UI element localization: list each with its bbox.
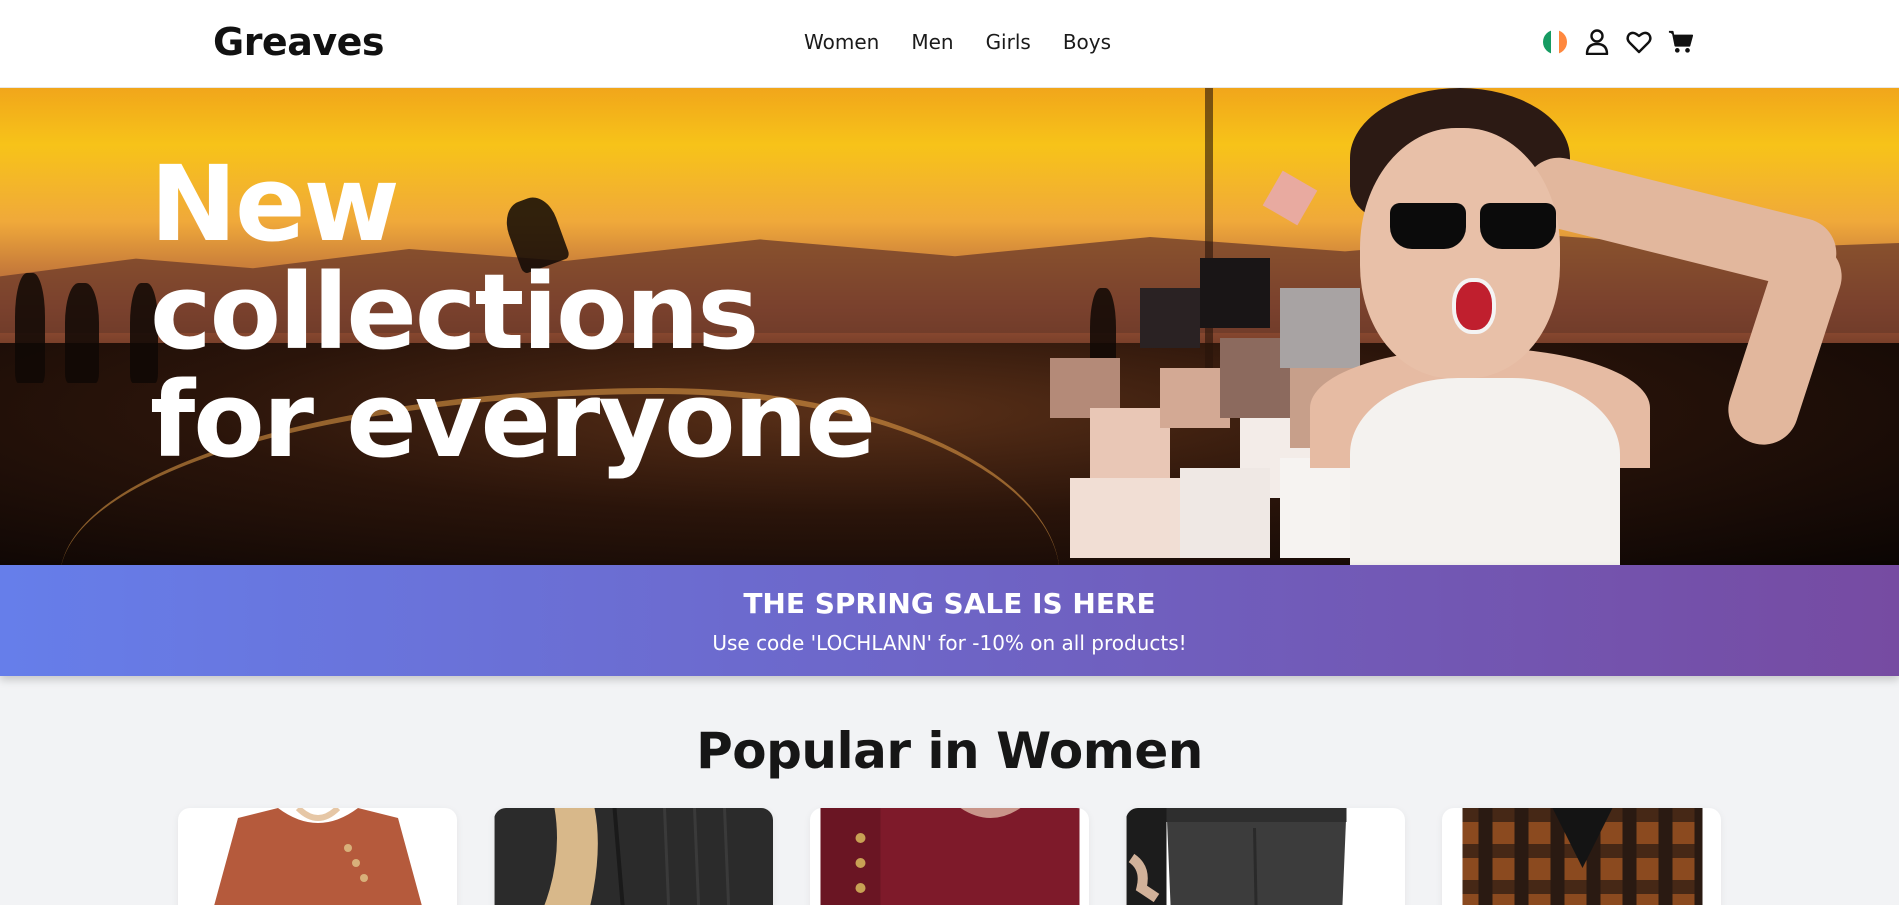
nav-link-women[interactable]: Women (804, 30, 879, 54)
user-icon (1585, 29, 1609, 55)
hero-model-sunglasses (1390, 203, 1560, 251)
wishlist-button[interactable] (1626, 28, 1652, 56)
hero-model-mouth (1452, 278, 1496, 334)
cart-button[interactable] (1668, 28, 1694, 56)
product-image-burgundy-top (820, 808, 1079, 905)
product-card[interactable] (178, 808, 457, 905)
cart-icon (1668, 30, 1694, 53)
main-nav: Women Men Girls Boys (804, 30, 1111, 54)
nav-link-men[interactable]: Men (911, 30, 953, 54)
nav-link-boys[interactable]: Boys (1063, 30, 1111, 54)
hero-model-image (1050, 88, 1870, 565)
product-image-plaid-shirt (1462, 808, 1702, 905)
hero-model-face (1360, 128, 1560, 378)
product-image-sweater (213, 808, 422, 905)
product-card[interactable] (494, 808, 773, 905)
product-card[interactable] (1442, 808, 1721, 905)
hero-title-line: New (150, 143, 400, 265)
nav-link-girls[interactable]: Girls (986, 30, 1031, 54)
hero-model-top (1350, 378, 1620, 565)
account-button[interactable] (1584, 28, 1610, 56)
hero-title-line: collections (150, 251, 759, 373)
country-selector[interactable] (1542, 28, 1568, 56)
product-image-trousers (1126, 808, 1346, 905)
header-actions (1542, 28, 1694, 56)
hero-banner: New collections for everyone (0, 88, 1899, 565)
hero-background-silhouette (65, 283, 99, 383)
heart-icon (1626, 31, 1652, 54)
product-card[interactable] (810, 808, 1089, 905)
site-header: Greaves Women Men Girls Boys (0, 0, 1899, 88)
sale-title: THE SPRING SALE IS HERE (743, 587, 1156, 620)
product-card[interactable] (1126, 808, 1405, 905)
sale-subtitle: Use code 'LOCHLANN' for -10% on all prod… (712, 631, 1187, 655)
hero-title: New collections for everyone (150, 143, 876, 481)
sale-banner: THE SPRING SALE IS HERE Use code 'LOCHLA… (0, 565, 1899, 676)
hero-title-line: for everyone (150, 359, 876, 481)
product-image-cardigan (494, 808, 773, 905)
ireland-flag-icon (1543, 30, 1567, 54)
site-logo[interactable]: Greaves (213, 20, 385, 64)
section-title-popular: Popular in Women (696, 722, 1203, 780)
hero-background-silhouette (15, 273, 45, 383)
product-grid (178, 808, 1721, 905)
